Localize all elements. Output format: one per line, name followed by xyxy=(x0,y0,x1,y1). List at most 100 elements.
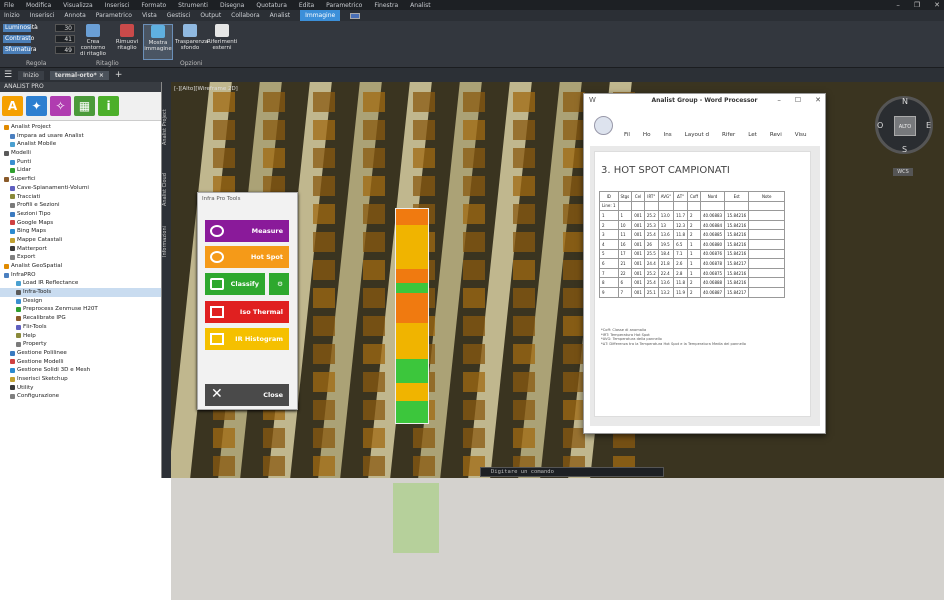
word-menu-item[interactable]: Layout d xyxy=(685,132,709,138)
tree-item[interactable]: Load IR Reflectance xyxy=(0,279,161,288)
ribbon-tab[interactable]: Analist xyxy=(270,12,290,19)
menu-item[interactable]: Formato xyxy=(141,2,166,9)
word-menu-item[interactable]: Ins xyxy=(664,132,672,138)
analist-logo-icon[interactable]: A xyxy=(2,96,23,116)
tree-item[interactable]: Tracciati xyxy=(0,193,161,202)
tree-item[interactable]: Gestione Modelli xyxy=(0,358,161,367)
map-icon[interactable]: ▦ xyxy=(74,96,95,116)
tree-item[interactable]: Analist GeoSpatial xyxy=(0,262,161,271)
contrast-row[interactable]: Contrasto 41 xyxy=(3,35,75,43)
contrast-value[interactable]: 41 xyxy=(55,35,75,43)
ir-histogram-button[interactable]: IR Histogram xyxy=(205,328,289,350)
word-menu-item[interactable]: Revi xyxy=(770,132,782,138)
word-file-icon[interactable] xyxy=(594,116,613,135)
ribbon-tab-active[interactable]: Immagine xyxy=(300,10,341,21)
tree-item[interactable]: Inserisci Sketchup xyxy=(0,375,161,384)
tree-item[interactable]: Bing Maps xyxy=(0,227,161,236)
tree-item[interactable]: Lidar xyxy=(0,166,161,175)
tree-item[interactable]: Export xyxy=(0,253,161,262)
classify-settings-button[interactable]: ⚙ xyxy=(269,273,289,295)
menu-item[interactable]: Parametrico xyxy=(326,2,362,9)
brightness-row[interactable]: Luminosità 30 xyxy=(3,24,75,32)
tree-item[interactable]: Recalibrate IPG xyxy=(0,314,161,323)
menu-item[interactable]: Disegna xyxy=(220,2,244,9)
restore-icon[interactable]: ❐ xyxy=(914,0,920,10)
external-references-button[interactable]: Riferimenti esterni xyxy=(207,24,237,60)
side-tab-info[interactable]: Informazioni xyxy=(162,222,171,262)
word-minimize-icon[interactable]: – xyxy=(777,96,781,104)
close-icon[interactable]: ✕ xyxy=(934,0,940,10)
globe-icon[interactable]: ✦ xyxy=(26,96,47,116)
ribbon-tab[interactable]: Output xyxy=(200,12,221,19)
menu-item[interactable]: File xyxy=(4,2,14,9)
word-menu-item[interactable]: Rifer xyxy=(722,132,735,138)
word-menu-item[interactable]: Ho xyxy=(643,132,651,138)
iso-thermal-button[interactable]: Iso Thermal xyxy=(205,301,289,323)
menu-item[interactable]: Modifica xyxy=(26,2,51,9)
background-transparency-button[interactable]: Trasparenza sfondo xyxy=(175,24,208,60)
brightness-value[interactable]: 30 xyxy=(55,24,75,32)
menu-item[interactable]: Strumenti xyxy=(178,2,208,9)
tree-item[interactable]: Matterport xyxy=(0,245,161,254)
info-icon[interactable]: i xyxy=(98,96,119,116)
satellite-icon[interactable]: ✧ xyxy=(50,96,71,116)
word-maximize-icon[interactable]: ☐ xyxy=(795,96,801,104)
menu-item[interactable]: Inserisci xyxy=(105,2,130,9)
hamburger-icon[interactable]: ☰ xyxy=(4,70,12,80)
tree-item[interactable]: Google Maps xyxy=(0,219,161,228)
command-line[interactable]: Digitare un comando xyxy=(480,467,664,477)
tree-item[interactable]: Analist Mobile xyxy=(0,140,161,149)
close-tab-icon[interactable]: × xyxy=(99,72,104,79)
tree-item[interactable]: Mappe Catastali xyxy=(0,236,161,245)
viewcube-compass[interactable]: N S E O ALTO xyxy=(875,96,933,154)
tree-item[interactable]: Gestione Solidi 3D e Mesh xyxy=(0,366,161,375)
menu-item[interactable]: Quotatura xyxy=(256,2,287,9)
ribbon-tab[interactable]: Inizio xyxy=(4,12,20,19)
ribbon-tab[interactable]: Gestisci xyxy=(167,12,191,19)
menu-item[interactable]: Visualizza xyxy=(63,2,93,9)
show-image-button[interactable]: Mostra immagine xyxy=(143,24,173,60)
wcs-menu[interactable]: WCS xyxy=(893,168,913,176)
add-tab-button[interactable]: + xyxy=(115,70,123,80)
remove-clip-button[interactable]: Rimuovi ritaglio xyxy=(112,24,142,60)
tree-item[interactable]: Impara ad usare Analist xyxy=(0,132,161,141)
tree-item[interactable]: Help xyxy=(0,332,161,341)
word-page[interactable]: 3. HOT SPOT CAMPIONATI ID Stgs Cel IRT° AVG°… xyxy=(594,151,811,417)
measure-button[interactable]: Measure xyxy=(205,220,289,242)
menu-item[interactable]: Analist xyxy=(410,2,430,9)
tab-termal-orto[interactable]: termal-orto* × xyxy=(49,70,109,80)
tree-item[interactable]: Design xyxy=(0,297,161,306)
classify-button[interactable]: Classify xyxy=(205,273,265,295)
fade-row[interactable]: Sfumatura 49 xyxy=(3,46,75,54)
tree-item[interactable]: Configurazione xyxy=(0,392,161,401)
fade-value[interactable]: 49 xyxy=(55,46,75,54)
viewcube-top-face[interactable]: ALTO xyxy=(894,116,916,136)
word-close-icon[interactable]: ✕ xyxy=(815,96,821,104)
tree-item[interactable]: Superfici xyxy=(0,175,161,184)
side-tab-cloud[interactable]: Analist Cloud xyxy=(162,167,171,212)
tree-item[interactable]: Gestione Polilinee xyxy=(0,349,161,358)
close-dialog-button[interactable]: ✕ Close xyxy=(205,384,289,406)
tree-item[interactable]: Preprocess Zenmuse H20T xyxy=(0,305,161,314)
word-menu-item[interactable]: Let xyxy=(748,132,757,138)
tree-item[interactable]: Flir-Tools xyxy=(0,323,161,332)
tree-item[interactable]: Cave-Spianamenti-Volumi xyxy=(0,184,161,193)
tree-item[interactable]: Modelli xyxy=(0,149,161,158)
ribbon-tab[interactable]: Vista xyxy=(142,12,157,19)
ribbon-tab[interactable]: Parametrico xyxy=(96,12,132,19)
minimize-icon[interactable]: – xyxy=(896,0,900,10)
create-clip-button[interactable]: Crea contorno di ritaglio xyxy=(78,24,108,60)
hot-spot-button[interactable]: Hot Spot xyxy=(205,246,289,268)
menu-item[interactable]: Edita xyxy=(299,2,314,9)
ribbon-tab[interactable]: Inserisci xyxy=(30,12,55,19)
ribbon-tab[interactable]: Collabora xyxy=(231,12,260,19)
tree-item[interactable]: Analist Project xyxy=(0,123,161,132)
menu-item[interactable]: Finestra xyxy=(374,2,398,9)
ribbon-tab[interactable]: Annota xyxy=(64,12,85,19)
word-menu-item[interactable]: Fil xyxy=(624,132,630,138)
word-menu-item[interactable]: Visu xyxy=(795,132,807,138)
tree-item[interactable]: InfraPRO xyxy=(0,271,161,280)
tree-item[interactable]: Sezioni Tipo xyxy=(0,210,161,219)
side-tab-project[interactable]: Analist Project xyxy=(162,102,171,152)
tree-item[interactable]: Profili e Sezioni xyxy=(0,201,161,210)
